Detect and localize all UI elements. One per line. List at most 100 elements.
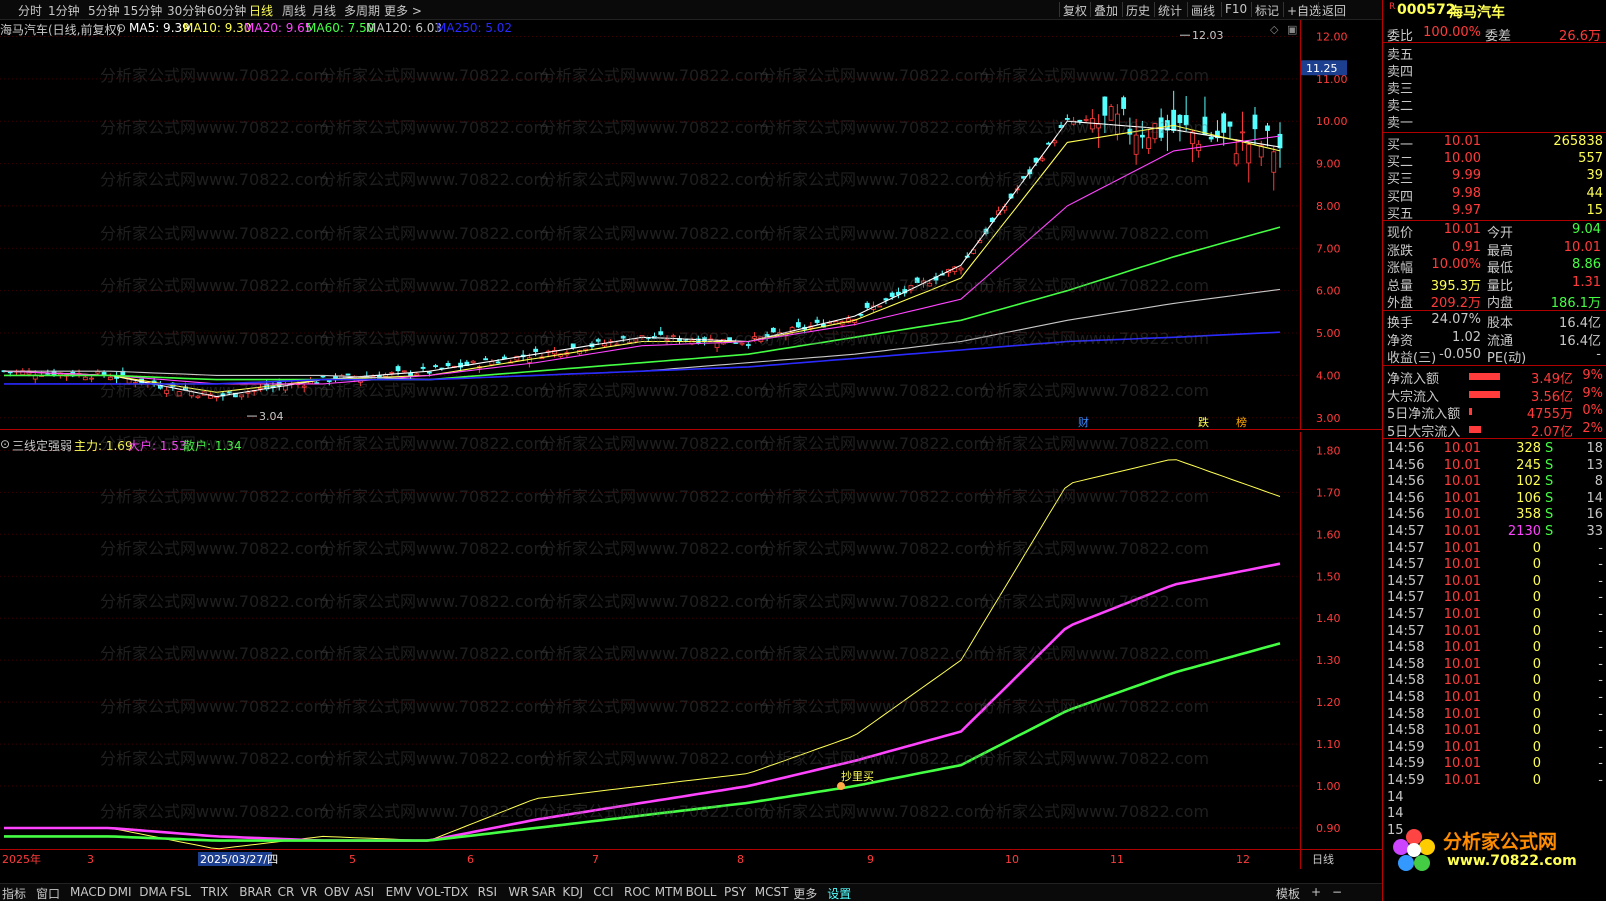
period-indicator: 日线: [1312, 852, 1334, 866]
date-month-label: 5: [349, 853, 356, 866]
candle: [82, 376, 88, 381]
event-mark[interactable]: 榜: [1236, 415, 1247, 429]
tab-15[interactable]: WR: [508, 885, 528, 899]
tab-17[interactable]: KDJ: [562, 885, 583, 899]
buy-level[interactable]: 买一 10.01 265838: [1383, 134, 1606, 153]
tool-2[interactable]: 历史: [1126, 2, 1150, 19]
period-1[interactable]: 1分钟: [48, 2, 80, 19]
period-9[interactable]: 多周期: [344, 2, 380, 19]
period-2[interactable]: 5分钟: [88, 2, 120, 19]
tab-22[interactable]: PSY: [724, 885, 746, 899]
tab-9[interactable]: VR: [301, 885, 318, 899]
bottom-control-1[interactable]: +: [1311, 885, 1321, 899]
tool-3[interactable]: 统计: [1158, 2, 1182, 19]
panel-separator: [1383, 42, 1606, 43]
bottom-control-2[interactable]: −: [1332, 885, 1342, 899]
tab-19[interactable]: ROC: [624, 885, 650, 899]
event-mark[interactable]: 跌: [1198, 415, 1209, 429]
tick-count: 13: [1586, 457, 1603, 473]
period-7[interactable]: 周线: [282, 2, 306, 19]
fundamental-label: 换手: [1387, 316, 1414, 331]
panel-separator: [1383, 365, 1606, 366]
fundamental-value: -0.050: [1439, 347, 1481, 363]
tick-count: 33: [1586, 524, 1603, 539]
tab-4[interactable]: DMA: [139, 885, 167, 899]
tick-volume: 0: [1532, 640, 1541, 656]
quote-label: 最高: [1487, 243, 1514, 259]
tab-24[interactable]: 更多: [793, 885, 817, 901]
settings-icon[interactable]: ⊙: [116, 21, 126, 35]
indicator-settings-icon[interactable]: ⊙: [0, 437, 10, 451]
tab-6[interactable]: TRIX: [201, 885, 228, 899]
tab-1[interactable]: 窗口: [36, 885, 60, 901]
tab-14[interactable]: RSI: [478, 885, 498, 899]
tab-7[interactable]: BRAR: [239, 885, 272, 899]
tick-count: -: [1598, 573, 1603, 589]
tool-5[interactable]: F10: [1225, 2, 1247, 16]
period-5[interactable]: 60分钟: [207, 2, 246, 19]
tab-13[interactable]: VOL-TDX: [416, 885, 468, 899]
flow-label: 5日净流入额: [1387, 407, 1461, 423]
tick-price: 10.01: [1443, 540, 1481, 556]
tick-row: 14:59 10.01 0-: [1383, 756, 1606, 773]
buy-level[interactable]: 买二 10.00 557: [1383, 151, 1606, 170]
tool-1[interactable]: 叠加: [1094, 2, 1118, 19]
tab-11[interactable]: ASI: [355, 885, 374, 899]
tick-volume: 0: [1532, 573, 1541, 589]
event-mark[interactable]: 财: [1078, 415, 1089, 429]
candle: [433, 365, 438, 368]
tab-0[interactable]: 指标: [2, 885, 26, 901]
signal-dot[interactable]: [837, 782, 845, 791]
logo-text: 分析家公式网: [1443, 831, 1558, 853]
tick-volume: 245: [1516, 457, 1541, 473]
tick-price: 10.01: [1443, 690, 1481, 705]
buy-level[interactable]: 买三 9.99 39: [1383, 168, 1606, 187]
buy-level[interactable]: 买四 9.98 44: [1383, 185, 1606, 205]
candle: [345, 373, 351, 376]
period-10[interactable]: 更多 >: [384, 2, 422, 19]
tab-16[interactable]: SAR: [532, 885, 556, 899]
tool-4[interactable]: 画线: [1191, 2, 1215, 19]
tab-8[interactable]: CR: [278, 885, 295, 899]
candle: [1139, 134, 1145, 138]
candle: [445, 363, 451, 367]
date-month-label: 12: [1236, 853, 1250, 866]
indicator-chart[interactable]: 1.80 1.70 1.60 1.50 1.40 1.30 1.20 1.10 1.00 0.90…: [0, 432, 1382, 869]
period-8[interactable]: 月线: [312, 2, 336, 19]
tab-18[interactable]: CCI: [593, 885, 613, 899]
tick-count: -: [1598, 723, 1603, 739]
buy-price: 9.98: [1452, 185, 1481, 201]
quote-value: 8.86: [1572, 257, 1601, 273]
candle: [633, 338, 639, 342]
tool-6[interactable]: 标记: [1255, 2, 1279, 19]
tick-volume: 0: [1532, 557, 1541, 573]
tab-21[interactable]: BOLL: [686, 885, 717, 899]
buy-level[interactable]: 买五 9.97 15: [1383, 203, 1606, 222]
period-0[interactable]: 分时: [18, 2, 42, 19]
tab-3[interactable]: DMI: [108, 885, 131, 899]
period-6[interactable]: 日线: [249, 2, 273, 19]
tab-10[interactable]: OBV: [324, 885, 350, 899]
quote-label: 今开: [1487, 226, 1514, 241]
tab-20[interactable]: MTM: [655, 885, 683, 899]
tool-8[interactable]: 返回: [1322, 2, 1346, 19]
tab-25[interactable]: 设置: [827, 885, 851, 901]
tab-5[interactable]: FSL: [170, 885, 191, 899]
bottom-control-0[interactable]: 模板: [1276, 885, 1300, 901]
tool-0[interactable]: 复权: [1063, 2, 1087, 19]
tick-price: 10.01: [1443, 640, 1481, 656]
ma-line-ma60: [4, 226, 1281, 381]
tab-2[interactable]: MACD: [70, 885, 106, 899]
tab-23[interactable]: MCST: [755, 885, 789, 899]
buy-label: 买四: [1387, 189, 1414, 205]
period-4[interactable]: 30分钟: [167, 2, 206, 19]
period-3[interactable]: 15分钟: [123, 2, 162, 19]
tool-7[interactable]: +自选: [1287, 2, 1321, 19]
candle: [733, 342, 739, 344]
tick-volume: 0: [1532, 590, 1541, 606]
kline-chart[interactable]: 12.0011.0010.009.008.007.006.005.004.003…: [0, 20, 1382, 430]
tick-volume: 328: [1516, 441, 1541, 456]
tab-12[interactable]: EMV: [386, 885, 412, 899]
tick-volume: 0: [1532, 540, 1541, 556]
flow-label: 大宗流入: [1387, 389, 1440, 405]
